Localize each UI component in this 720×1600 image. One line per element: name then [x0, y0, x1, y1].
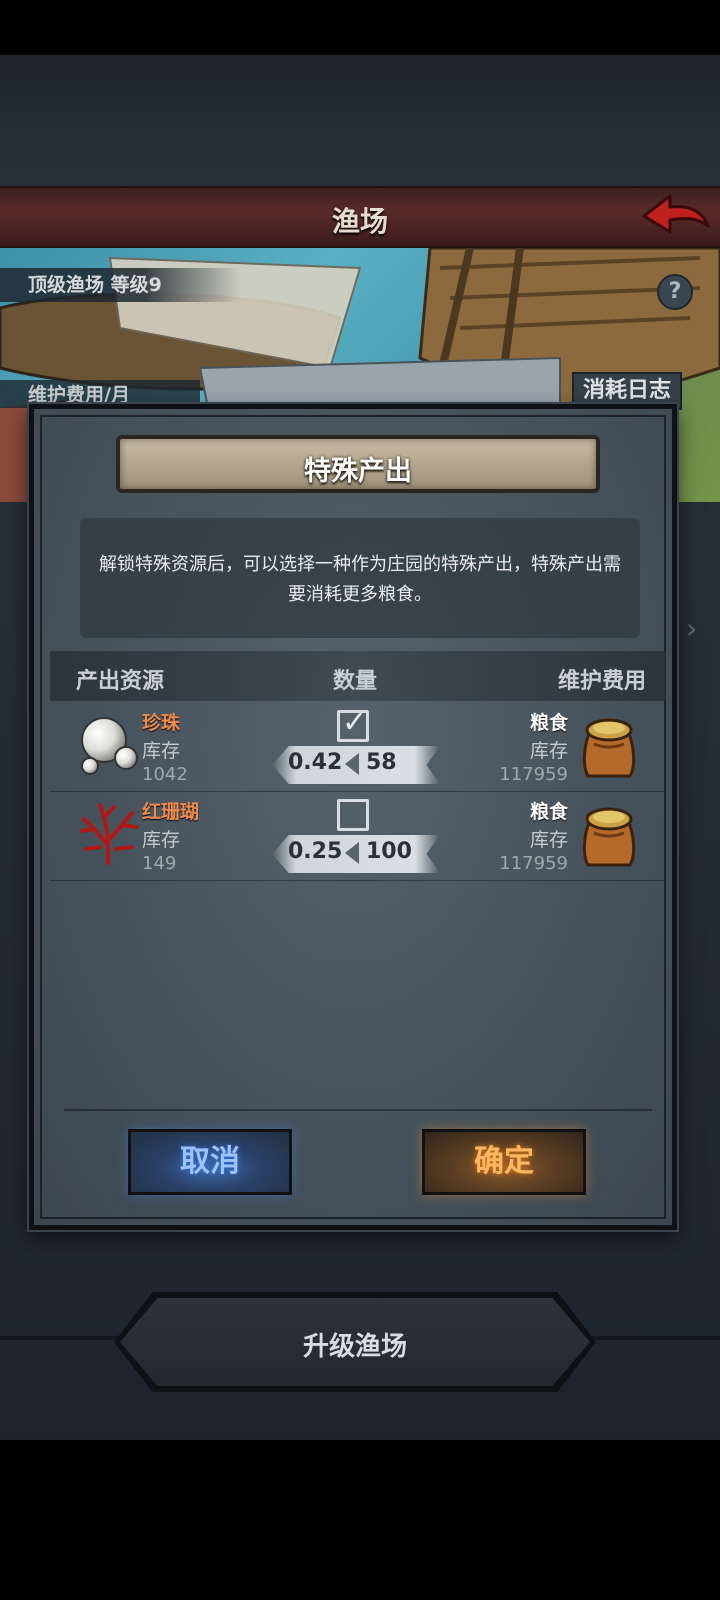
cancel-button[interactable]: 取消 — [128, 1129, 292, 1195]
fishery-screen: 渔场 顶级渔场 等级9 维护费用/月 ? 消耗日志 › 特殊产出 解锁特殊资源后… — [0, 0, 720, 1600]
special-output-dialog: 特殊产出 解锁特殊资源后，可以选择一种作为庄园的特殊产出，特殊产出需要消耗更多粮… — [29, 404, 677, 1230]
grain-cost-value: 100 — [366, 839, 412, 864]
chevron-right-icon[interactable]: › — [686, 612, 697, 645]
divider — [64, 1109, 652, 1111]
column-quantity: 数量 — [333, 669, 378, 694]
red-coral-icon — [80, 803, 138, 865]
resource-stock-label: 库存 — [142, 740, 181, 762]
column-header: 产出资源 数量 维护费用 — [50, 651, 666, 701]
upgrade-button-label: 升级渔场 — [302, 1332, 407, 1362]
cost-stock-label: 库存 — [529, 829, 568, 851]
checkmark-icon: ✓ — [342, 705, 368, 740]
grain-sack-icon — [582, 807, 636, 867]
output-ratio-value: 0.25 — [288, 839, 343, 864]
resource-row-red-coral[interactable]: 红珊瑚 库存 149 0.25 100 粮食 库存 117959 — [50, 793, 666, 881]
select-checkbox[interactable] — [337, 799, 369, 831]
navigation-bar — [0, 1440, 720, 1600]
cost-stock-label: 库存 — [529, 740, 568, 762]
help-button[interactable]: ? — [657, 274, 693, 310]
column-cost: 维护费用 — [557, 669, 646, 694]
resource-name: 珍珠 — [142, 712, 181, 734]
cost-stock-value: 117959 — [499, 764, 568, 785]
cost-name: 粮食 — [529, 801, 568, 823]
dialog-title: 特殊产出 — [304, 456, 412, 487]
cost-name: 粮食 — [529, 712, 568, 734]
dialog-title-plate: 特殊产出 — [116, 435, 600, 493]
description-text: 解锁特殊资源后，可以选择一种作为庄园的特殊产出，特殊产出需要消耗更多粮食。 — [99, 554, 621, 605]
resource-stock-label: 库存 — [142, 829, 181, 851]
pearl-icon — [81, 717, 138, 775]
grain-cost-value: 58 — [366, 750, 397, 775]
resource-row-pearl[interactable]: 珍珠 库存 1042 ✓ 0.42 58 粮食 库存 117959 — [50, 704, 666, 792]
fishery-level-label: 顶级渔场 等级9 — [0, 268, 240, 302]
cost-stock-value: 117959 — [499, 853, 568, 874]
column-resource: 产出资源 — [76, 669, 165, 694]
output-ratio-value: 0.42 — [288, 750, 343, 775]
resource-stock-value: 1042 — [142, 764, 188, 785]
resource-stock-value: 149 — [142, 853, 177, 874]
triangle-left-icon — [345, 842, 359, 864]
page-title: 渔场 — [331, 205, 388, 238]
description-box: 解锁特殊资源后，可以选择一种作为庄园的特殊产出，特殊产出需要消耗更多粮食。 — [80, 518, 640, 638]
header-bar: 渔场 — [0, 186, 720, 248]
resource-name: 红珊瑚 — [142, 801, 200, 823]
triangle-left-icon — [345, 753, 359, 775]
back-arrow-icon[interactable] — [640, 192, 712, 242]
upgrade-fishery-button[interactable]: 升级渔场 — [120, 1298, 590, 1386]
status-bar — [0, 0, 720, 55]
select-checkbox[interactable]: ✓ — [337, 705, 369, 742]
grain-sack-icon — [582, 718, 636, 778]
confirm-button[interactable]: 确定 — [422, 1129, 586, 1195]
